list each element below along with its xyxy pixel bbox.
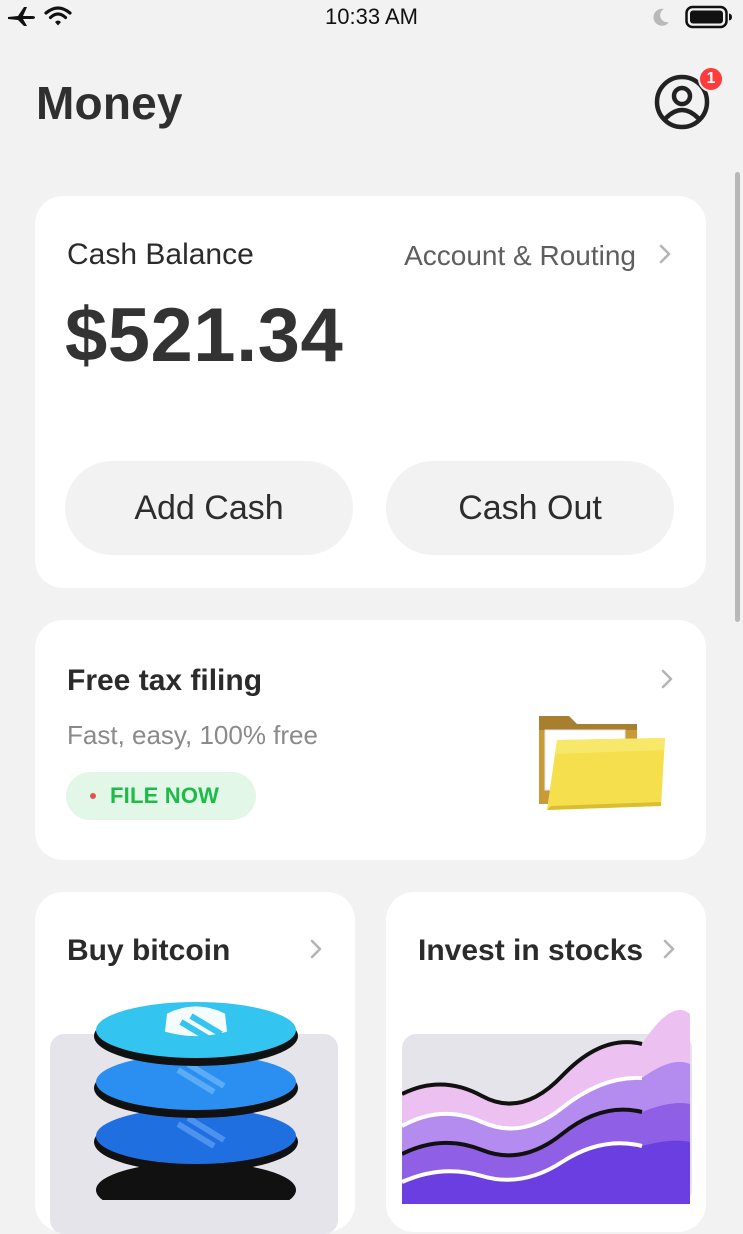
battery-icon: [685, 5, 733, 34]
invest-stocks-title: Invest in stocks: [418, 934, 644, 967]
folder-icon: [535, 710, 671, 825]
chevron-right-icon: [658, 243, 672, 270]
scrollbar[interactable]: [735, 172, 740, 622]
cash-out-button[interactable]: Cash Out: [386, 461, 674, 555]
add-cash-button[interactable]: Add Cash: [65, 461, 353, 555]
cash-balance-card: Cash Balance Account & Routing $521.34 A…: [35, 196, 706, 588]
buy-bitcoin-title: Buy bitcoin: [67, 934, 231, 967]
bitcoin-coins-icon: [93, 1000, 299, 1218]
page-title: Money: [36, 77, 183, 129]
tax-filing-title: Free tax filing: [67, 664, 263, 697]
cash-balance-label: Cash Balance: [67, 238, 254, 271]
dot-icon: [90, 793, 96, 799]
buy-bitcoin-card[interactable]: Buy bitcoin: [35, 892, 355, 1234]
tax-filing-card[interactable]: Free tax filing Fast, easy, 100% free FI…: [35, 620, 706, 860]
chevron-right-icon: [662, 938, 676, 965]
invest-stocks-card[interactable]: Invest in stocks: [386, 892, 706, 1232]
status-time: 10:33 AM: [325, 4, 418, 29]
profile-icon: [654, 74, 710, 134]
status-right-icons: [651, 5, 733, 34]
cash-balance-amount: $521.34: [65, 293, 344, 378]
tax-filing-subtitle: Fast, easy, 100% free: [67, 720, 318, 750]
moon-icon: [651, 7, 671, 32]
chevron-right-icon: [309, 938, 323, 965]
chevron-right-icon: [660, 668, 674, 695]
file-now-button[interactable]: FILE NOW: [66, 772, 256, 820]
stock-chart-icon: [401, 1004, 692, 1209]
file-now-label: FILE NOW: [110, 783, 220, 808]
status-bar: 10:33 AM: [0, 0, 743, 36]
notification-badge: 1: [698, 66, 724, 92]
profile-button[interactable]: 1: [654, 66, 724, 130]
account-routing-label: Account & Routing: [404, 240, 636, 271]
account-routing-link[interactable]: Account & Routing: [404, 240, 672, 272]
